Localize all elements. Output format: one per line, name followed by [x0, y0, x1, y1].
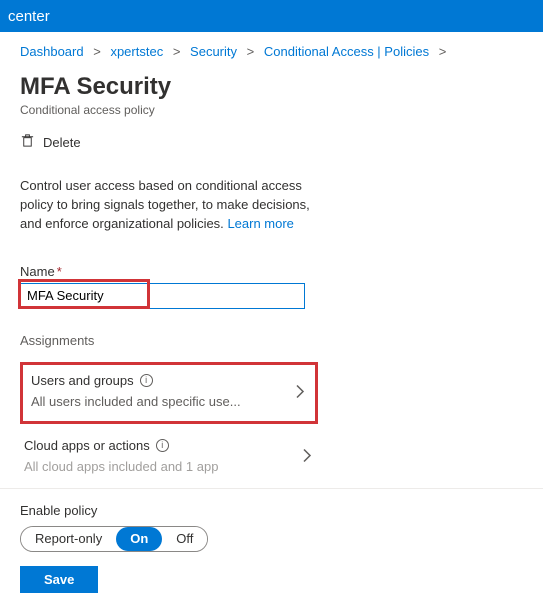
top-bar: center [0, 0, 543, 32]
trash-icon [20, 133, 35, 151]
chevron-right-icon [302, 448, 312, 465]
cloud-apps-title: Cloud apps or actions [24, 438, 150, 453]
chevron-right-icon: > [173, 44, 181, 59]
chevron-right-icon: > [247, 44, 255, 59]
delete-label: Delete [43, 135, 81, 150]
breadcrumb-conditional-access[interactable]: Conditional Access | Policies [264, 44, 429, 59]
enable-policy-label: Enable policy [20, 503, 523, 518]
info-icon[interactable]: i [140, 374, 153, 387]
users-groups-subtitle: All users included and specific use... [31, 394, 271, 409]
cloud-apps-item[interactable]: Cloud apps or actions i All cloud apps i… [20, 430, 318, 484]
chevron-right-icon: > [439, 44, 447, 59]
assignments-heading: Assignments [20, 333, 523, 348]
breadcrumb-xpertstec[interactable]: xpertstec [110, 44, 163, 59]
top-bar-title: center [8, 8, 50, 25]
required-indicator: * [57, 264, 62, 279]
breadcrumb-security[interactable]: Security [190, 44, 237, 59]
main-content: Dashboard > xpertstec > Security > Condi… [0, 32, 543, 613]
toggle-report-only[interactable]: Report-only [21, 527, 116, 551]
cloud-apps-subtitle: All cloud apps included and 1 app [24, 459, 264, 474]
policy-description: Control user access based on conditional… [20, 177, 320, 234]
breadcrumb: Dashboard > xpertstec > Security > Condi… [20, 44, 523, 59]
page-subtitle: Conditional access policy [20, 103, 523, 117]
assignments-accordion: Users and groups i All users included an… [20, 362, 318, 484]
chevron-right-icon [295, 384, 305, 401]
page-title: MFA Security [20, 73, 523, 101]
breadcrumb-dashboard[interactable]: Dashboard [20, 44, 84, 59]
info-icon[interactable]: i [156, 439, 169, 452]
name-input[interactable] [20, 283, 305, 309]
save-button[interactable]: Save [20, 566, 98, 593]
delete-button[interactable]: Delete [20, 133, 523, 151]
users-groups-title: Users and groups [31, 373, 134, 388]
name-label: Name* [20, 264, 523, 279]
toggle-off[interactable]: Off [162, 527, 207, 551]
divider [0, 488, 543, 489]
learn-more-link[interactable]: Learn more [227, 216, 293, 231]
chevron-right-icon: > [93, 44, 101, 59]
name-field-wrap [20, 283, 523, 309]
enable-policy-toggle: Report-only On Off [20, 526, 208, 552]
toggle-on[interactable]: On [116, 527, 162, 551]
users-and-groups-item[interactable]: Users and groups i All users included an… [20, 362, 318, 424]
